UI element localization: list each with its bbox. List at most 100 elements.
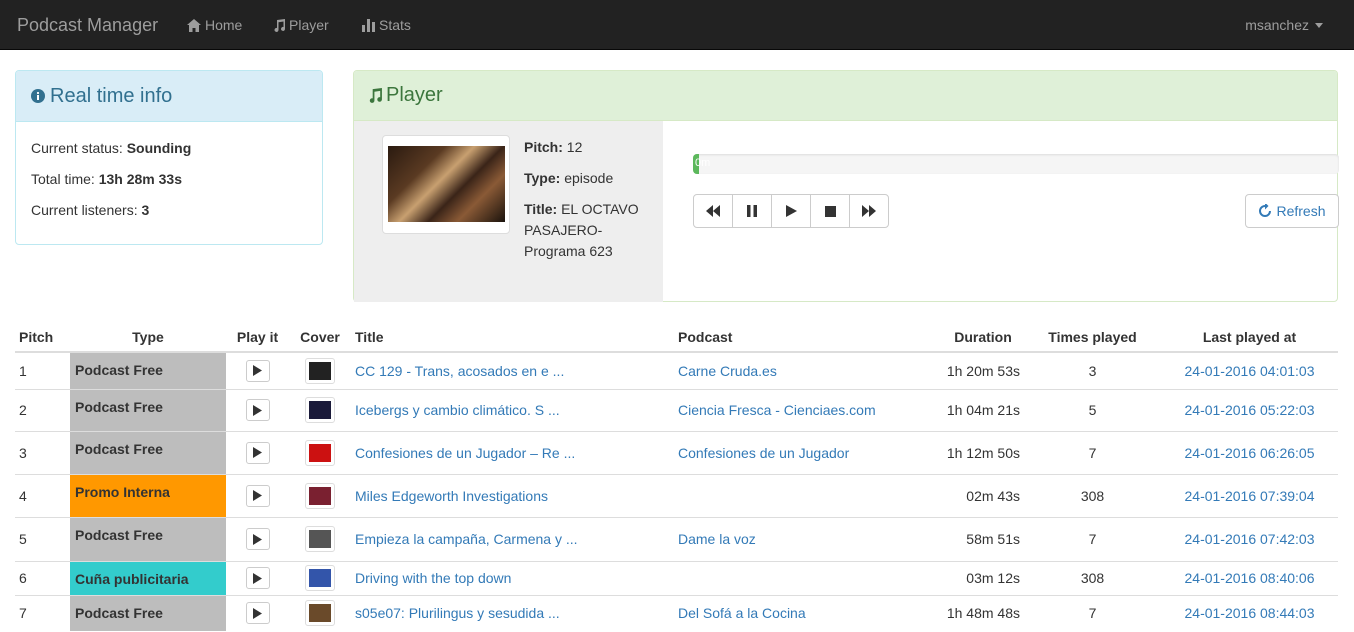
row-duration: 1h 20m 53s: [942, 351, 1024, 389]
row-type-badge: Promo Interna: [70, 473, 226, 517]
total-time-value: 13h 28m 33s: [98, 171, 182, 187]
row-cover-thumbnail: [305, 526, 335, 552]
brand-link[interactable]: Podcast Manager: [17, 15, 158, 36]
playlist-table: Pitch Type Play it Cover Title Podcast D…: [15, 322, 1338, 631]
play-icon: [253, 572, 262, 584]
row-title-link[interactable]: Confesiones de un Jugador – Re ...: [351, 430, 674, 474]
music-icon: [369, 88, 382, 103]
refresh-label: Refresh: [1276, 203, 1326, 219]
row-times-played: 7: [1024, 430, 1161, 474]
realtime-body: Current status: Sounding Total time: 13h…: [16, 122, 322, 231]
playback-progress[interactable]: 0m: [693, 154, 1339, 174]
play-icon: [785, 205, 797, 217]
progress-text: 0m: [695, 157, 711, 169]
col-podcast[interactable]: Podcast: [674, 322, 942, 353]
user-name: msanchez: [1245, 17, 1309, 33]
status-value: Sounding: [126, 140, 192, 156]
play-icon: [253, 447, 262, 458]
row-podcast-link[interactable]: Dame la voz: [674, 516, 942, 561]
row-type-badge: Podcast Free: [70, 388, 226, 431]
row-podcast-link[interactable]: [674, 473, 942, 517]
row-play-button[interactable]: [245, 359, 270, 382]
stop-button[interactable]: [810, 194, 850, 228]
col-pitch[interactable]: Pitch: [15, 322, 70, 353]
row-duration: 03m 12s: [942, 560, 1024, 595]
row-title-link[interactable]: Empieza la campaña, Carmena y ...: [351, 516, 674, 561]
refresh-button[interactable]: Refresh: [1245, 194, 1339, 228]
row-last-played-link[interactable]: 24-01-2016 07:39:04: [1161, 473, 1338, 517]
pause-button[interactable]: [732, 194, 772, 228]
player-panel-heading: Player: [354, 71, 1337, 121]
row-last-played-link[interactable]: 24-01-2016 05:22:03: [1161, 388, 1338, 431]
listeners-value: 3: [141, 202, 150, 218]
cover-thumb-image: [309, 361, 331, 380]
col-duration[interactable]: Duration: [942, 322, 1024, 353]
play-icon: [253, 365, 262, 377]
user-menu[interactable]: msanchez: [1245, 17, 1323, 33]
row-last-played-link[interactable]: 24-01-2016 06:26:05: [1161, 430, 1338, 474]
table-row: 3 Podcast Free Confesiones de un Jugador –…: [15, 430, 1338, 474]
row-type-badge: Cuña publicitaria: [70, 560, 226, 595]
transport-controls: [693, 194, 889, 228]
total-time-line: Total time: 13h 28m 33s: [31, 169, 307, 200]
now-playing-cover: [382, 135, 510, 234]
row-title-link[interactable]: Miles Edgeworth Investigations: [351, 473, 674, 517]
row-title-link[interactable]: s05e07: Plurilingus y sesudida ...: [351, 594, 674, 631]
row-pitch: 7: [15, 594, 70, 631]
row-last-played-link[interactable]: 24-01-2016 07:42:03: [1161, 516, 1338, 561]
row-pitch: 3: [15, 430, 70, 474]
row-pitch: 6: [15, 560, 70, 595]
table-row: 5 Podcast Free Empieza la campaña, Carmena…: [15, 516, 1338, 561]
row-title-link[interactable]: Icebergs y cambio climático. S ...: [351, 388, 674, 431]
row-times-played: 7: [1024, 516, 1161, 561]
rewind-button[interactable]: [693, 194, 733, 228]
row-podcast-link[interactable]: Ciencia Fresca - Cienciaes.com: [674, 388, 942, 431]
nav-stats-label: Stats: [379, 17, 411, 33]
row-play-button[interactable]: [245, 399, 270, 421]
row-play-button[interactable]: [245, 528, 270, 550]
pitch-label: Pitch:: [524, 139, 563, 155]
nav-home[interactable]: Home: [187, 17, 242, 33]
realtime-title: Real time info: [50, 84, 173, 107]
col-last-played[interactable]: Last played at: [1161, 322, 1338, 353]
row-pitch: 1: [15, 351, 70, 389]
nav-stats[interactable]: Stats: [362, 17, 411, 33]
row-podcast-link[interactable]: [674, 560, 942, 595]
play-button[interactable]: [771, 194, 811, 228]
row-cover-thumbnail: [305, 482, 335, 509]
table-row: 7 Podcast Free s05e07: Plurilingus y sesud…: [15, 594, 1338, 631]
home-icon: [187, 18, 201, 32]
table-header-row: Pitch Type Play it Cover Title Podcast D…: [15, 322, 1338, 353]
col-type[interactable]: Type: [70, 322, 226, 353]
row-pitch: 4: [15, 473, 70, 517]
row-play-button[interactable]: [245, 602, 270, 625]
row-cover-thumbnail: [305, 600, 335, 627]
col-title[interactable]: Title: [351, 322, 674, 353]
row-last-played-link[interactable]: 24-01-2016 04:01:03: [1161, 351, 1338, 389]
row-type-badge: Podcast Free: [70, 516, 226, 561]
row-title-link[interactable]: CC 129 - Trans, acosados en e ...: [351, 351, 674, 389]
row-duration: 1h 04m 21s: [942, 388, 1024, 431]
row-play-button[interactable]: [245, 441, 270, 464]
row-play-button[interactable]: [245, 484, 270, 507]
play-icon: [253, 607, 262, 619]
row-podcast-link[interactable]: Carne Cruda.es: [674, 351, 942, 389]
row-cover-thumbnail: [305, 565, 335, 591]
table-row: 6 Cuña publicitaria Driving with the top d…: [15, 560, 1338, 595]
row-play-button[interactable]: [245, 567, 270, 589]
row-pitch: 2: [15, 388, 70, 431]
col-times[interactable]: Times played: [1024, 322, 1161, 353]
realtime-panel: Real time info Current status: Sounding …: [15, 70, 323, 245]
table-row: 2 Podcast Free Icebergs y cambio climático…: [15, 388, 1338, 431]
cover-image: [388, 146, 505, 222]
row-last-played-link[interactable]: 24-01-2016 08:40:06: [1161, 560, 1338, 595]
row-title-link[interactable]: Driving with the top down: [351, 560, 674, 595]
stop-icon: [824, 205, 836, 217]
info-icon: [31, 89, 45, 103]
row-podcast-link[interactable]: Del Sofá a la Cocina: [674, 594, 942, 631]
forward-button[interactable]: [849, 194, 889, 228]
row-podcast-link[interactable]: Confesiones de un Jugador: [674, 430, 942, 474]
row-last-played-link[interactable]: 24-01-2016 08:44:03: [1161, 594, 1338, 631]
forward-icon: [862, 205, 876, 217]
nav-player[interactable]: Player: [273, 17, 329, 33]
